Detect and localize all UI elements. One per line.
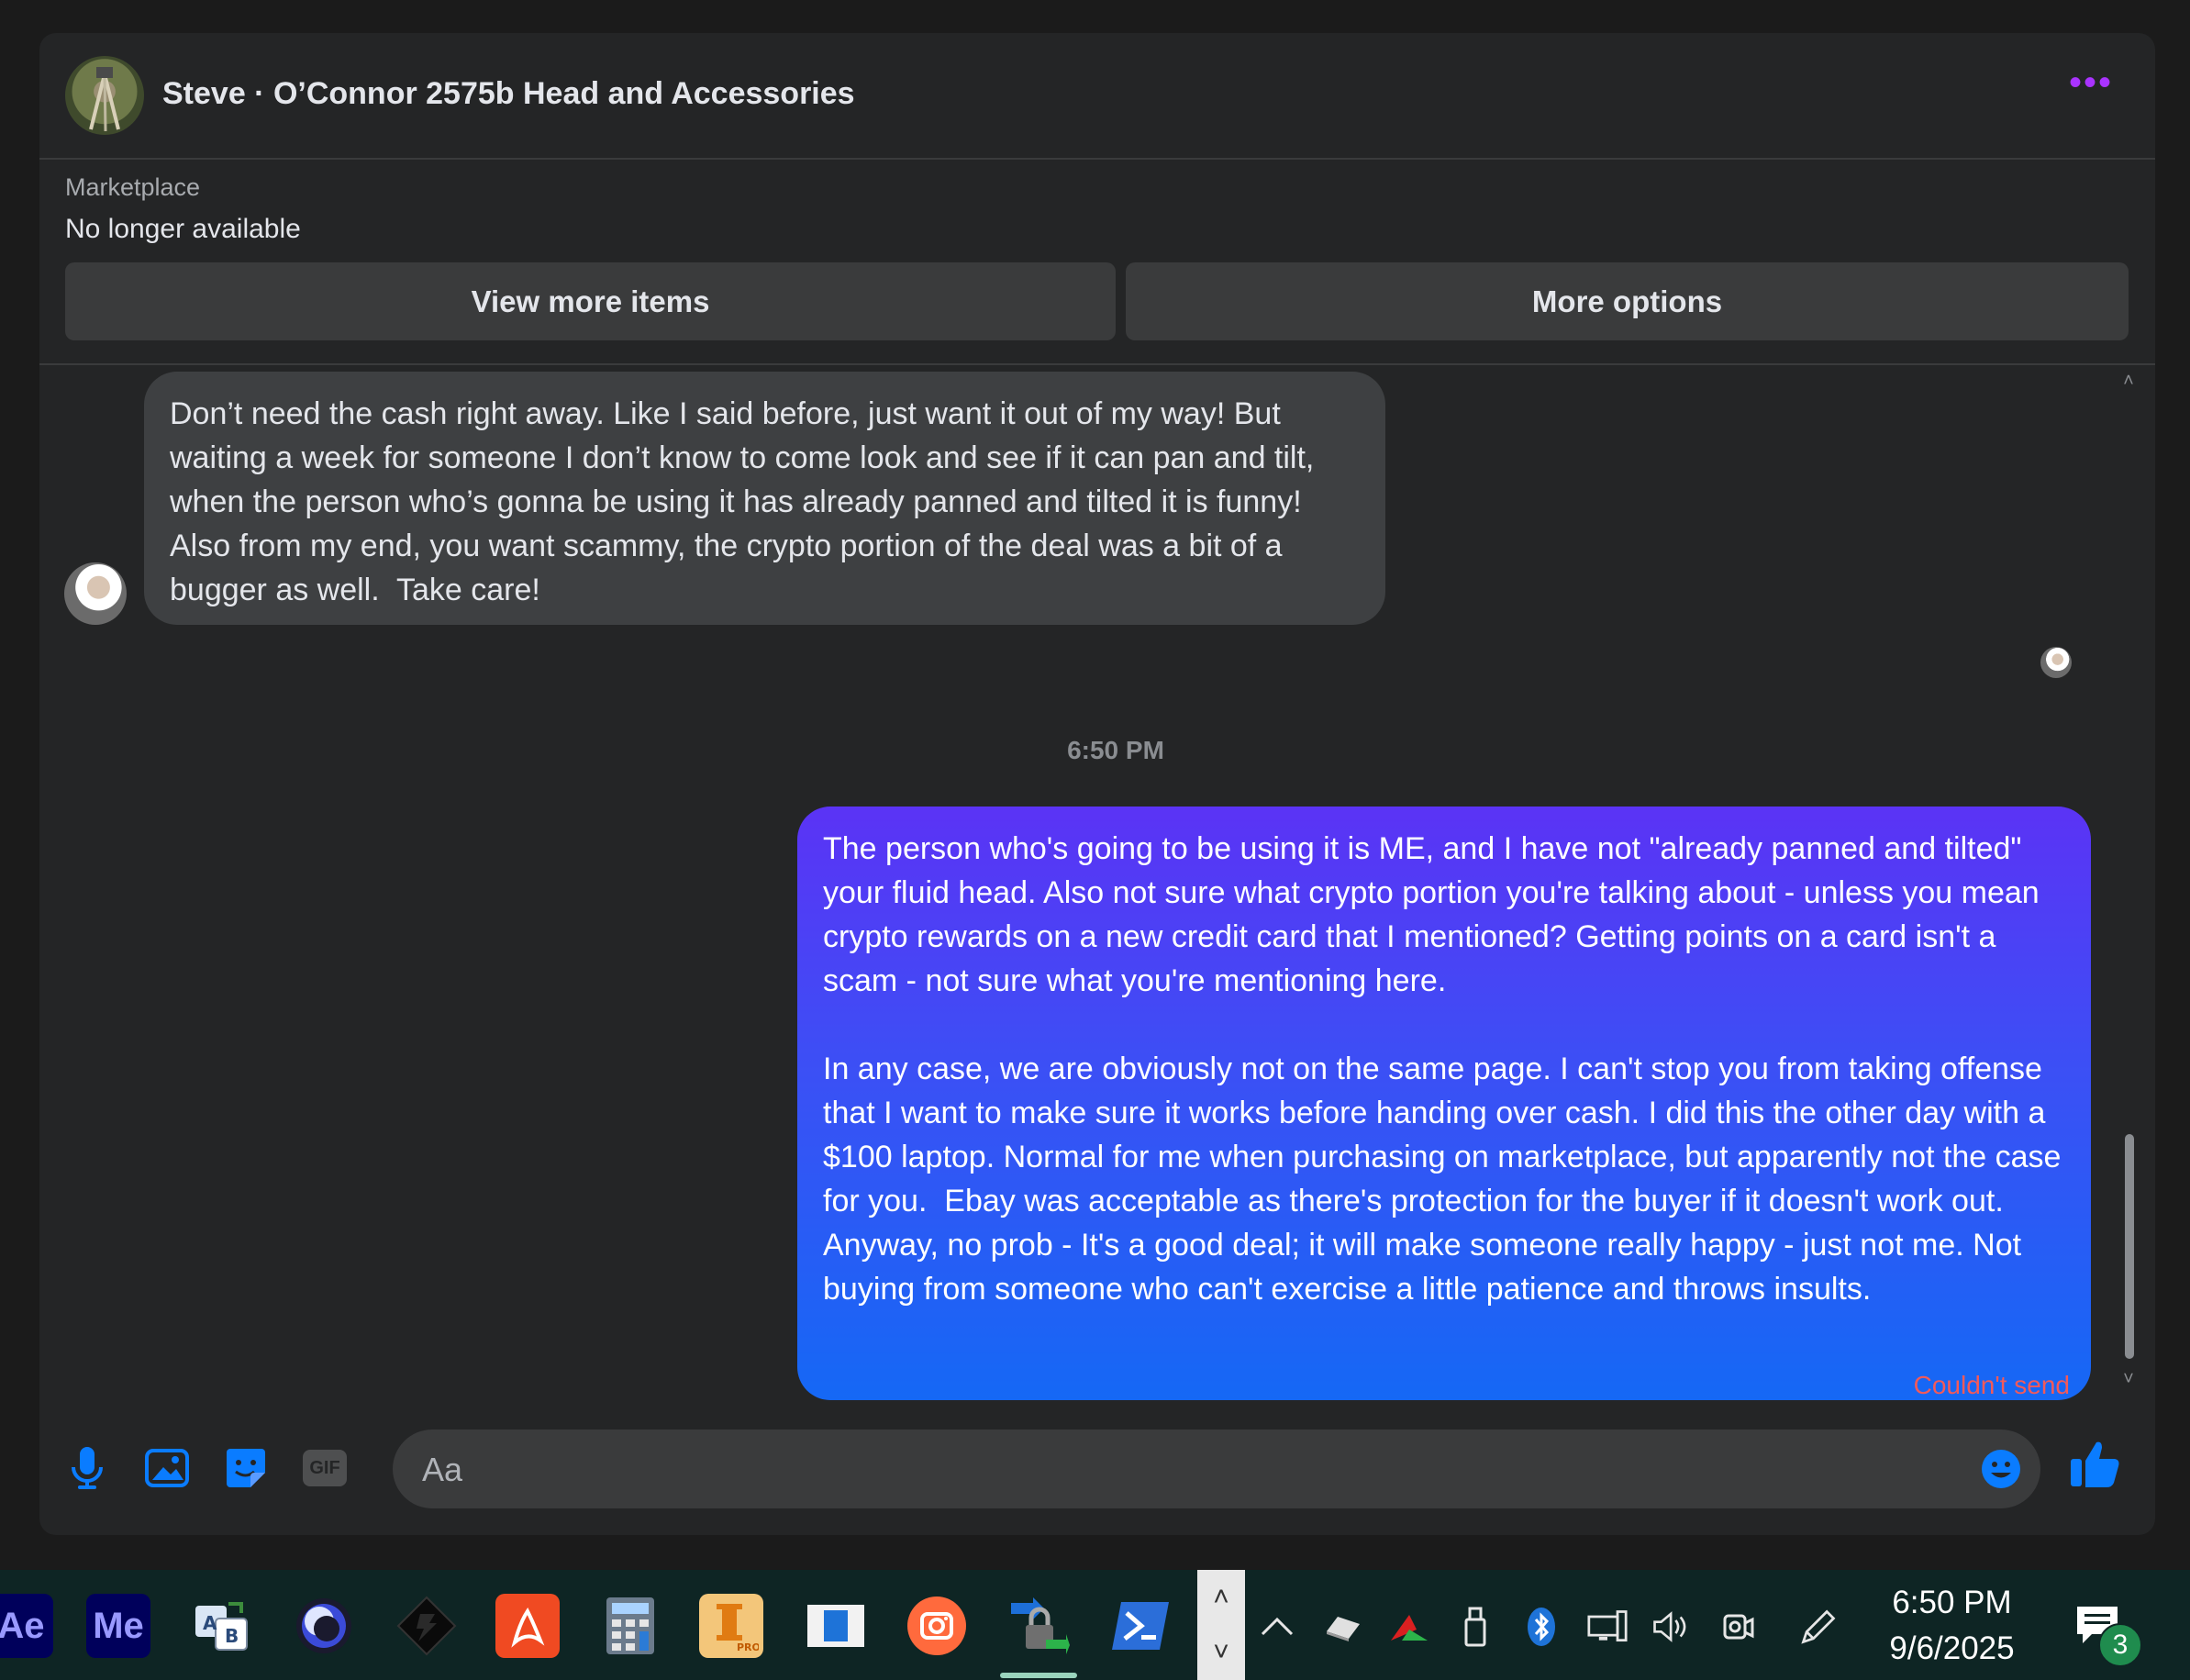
media-encoder-app-icon[interactable]: Me xyxy=(86,1594,150,1658)
media-encoder-label: Me xyxy=(93,1605,144,1646)
image-icon[interactable] xyxy=(143,1444,191,1492)
volume-icon[interactable] xyxy=(1651,1607,1692,1647)
listing-avatar[interactable] xyxy=(65,56,144,135)
cinema4d-app-icon[interactable] xyxy=(292,1594,356,1658)
network-icon[interactable] xyxy=(1587,1607,1628,1647)
message-input[interactable] xyxy=(420,1430,1938,1510)
acrobat-app-icon[interactable] xyxy=(495,1594,560,1658)
clock-date[interactable]: 9/6/2025 xyxy=(1872,1630,2032,1667)
chevron-down-icon[interactable]: ˅ xyxy=(1213,1637,1229,1668)
read-receipt-avatar xyxy=(2040,647,2072,678)
after-effects-label: Ae xyxy=(0,1605,45,1646)
send-failed-status[interactable]: Couldn't send xyxy=(1914,1371,2070,1400)
svg-text:A: A xyxy=(203,1612,217,1634)
scroll-up-arrow-icon[interactable]: ˄ xyxy=(2122,371,2135,392)
calculator-app-icon[interactable] xyxy=(598,1594,662,1658)
message-timestamp: 6:50 PM xyxy=(1067,736,1164,764)
svg-text:B: B xyxy=(225,1625,239,1647)
chat-title: Steve · O’Connor 2575b Head and Accessor… xyxy=(162,76,855,111)
notification-count-badge: 3 xyxy=(2098,1623,2142,1667)
inventor-pro-app-icon[interactable]: PRO xyxy=(699,1594,763,1658)
powershell-app-icon[interactable] xyxy=(1108,1594,1173,1658)
thumbs-up-icon[interactable] xyxy=(2067,1437,2122,1492)
scroll-down-arrow-icon[interactable]: ˅ xyxy=(2122,1369,2135,1390)
taskbar-overflow-scroll[interactable]: ˄ ˅ xyxy=(1197,1570,1245,1680)
scrollbar-thumb[interactable] xyxy=(2125,1134,2134,1359)
marketplace-label: Marketplace xyxy=(65,173,201,201)
more-options-button[interactable]: More options xyxy=(1126,262,2129,340)
sender-avatar[interactable] xyxy=(64,562,127,625)
chat-header: Steve · O’Connor 2575b Head and Accessor… xyxy=(39,33,2155,160)
sticker-icon[interactable] xyxy=(222,1444,270,1492)
active-app-indicator xyxy=(1000,1673,1077,1678)
outgoing-message[interactable]: The person who's going to be using it is… xyxy=(797,807,2091,1400)
gif-icon[interactable]: GIF xyxy=(301,1444,349,1492)
window-app-icon[interactable] xyxy=(804,1594,868,1658)
app-tray-icon[interactable] xyxy=(1389,1607,1429,1647)
view-more-items-button[interactable]: View more items xyxy=(65,262,1116,340)
incoming-message[interactable]: Don’t need the cash right away. Like I s… xyxy=(144,372,1385,625)
more-dots-icon[interactable]: ••• xyxy=(2063,64,2118,101)
svg-text:PRO: PRO xyxy=(737,1641,759,1653)
clock-time[interactable]: 6:50 PM xyxy=(1872,1585,2032,1621)
pen-icon[interactable] xyxy=(1798,1607,1839,1647)
listing-status: No longer available xyxy=(65,214,301,244)
vpn-lock-app-icon[interactable] xyxy=(1006,1594,1070,1658)
fcpx-app-icon[interactable] xyxy=(395,1594,459,1658)
chevron-up-icon[interactable]: ˄ xyxy=(1213,1582,1229,1613)
usb-device-icon[interactable] xyxy=(1455,1607,1495,1647)
show-hidden-icons-icon[interactable] xyxy=(1257,1607,1297,1647)
microphone-icon[interactable] xyxy=(63,1444,111,1492)
drive-icon[interactable] xyxy=(1323,1607,1363,1647)
divider xyxy=(39,363,2155,365)
windows-taskbar: Ae Me AB PRO ˄ ˅ 6:50 PM 9/6/2025 3 xyxy=(0,1570,2190,1680)
camera-app-icon[interactable] xyxy=(905,1594,969,1658)
message-input-box[interactable] xyxy=(393,1430,2040,1510)
emoji-icon[interactable] xyxy=(1980,1448,2022,1490)
bluetooth-icon[interactable] xyxy=(1521,1607,1562,1647)
camera-tray-icon[interactable] xyxy=(1718,1607,1758,1647)
translator-app-icon[interactable]: AB xyxy=(189,1594,253,1658)
chat-window: Steve · O’Connor 2575b Head and Accessor… xyxy=(39,33,2155,1535)
after-effects-app-icon[interactable]: Ae xyxy=(0,1594,53,1658)
gif-label: GIF xyxy=(303,1450,347,1486)
